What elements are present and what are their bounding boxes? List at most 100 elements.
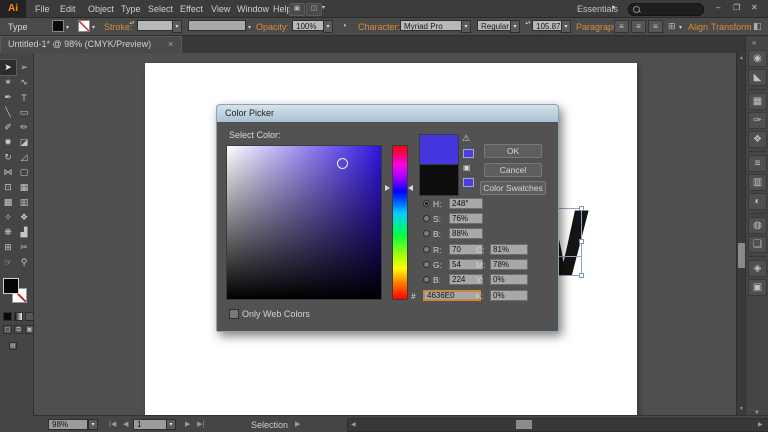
artboard-tool[interactable]: ⊞: [0, 240, 16, 255]
dialog-title-bar[interactable]: Color Picker: [217, 105, 558, 122]
h-input[interactable]: [449, 198, 483, 209]
font-family-caret-icon[interactable]: ▾: [461, 20, 471, 33]
none-mode-icon[interactable]: [25, 312, 34, 321]
b-input[interactable]: [449, 228, 483, 239]
vertical-scroll-thumb[interactable]: [738, 243, 745, 268]
b-radio[interactable]: [423, 230, 430, 237]
g-radio[interactable]: [423, 261, 430, 268]
hue-marker-right-icon[interactable]: [408, 185, 413, 191]
graphic-styles-panel-icon[interactable]: ❏: [748, 236, 767, 253]
color-field[interactable]: [226, 145, 382, 300]
brush-definition-field[interactable]: [188, 20, 246, 31]
envelope-warp-icon[interactable]: ⊞: [668, 21, 676, 32]
color-panel-icon[interactable]: ◉: [748, 50, 767, 67]
m-input[interactable]: [490, 259, 528, 270]
r-radio[interactable]: [423, 246, 430, 253]
minimize-button[interactable]: –: [716, 3, 720, 12]
zoom-caret-icon[interactable]: ▾: [88, 419, 98, 430]
transform-link[interactable]: Transform: [711, 22, 752, 32]
arrange-documents-icon[interactable]: ◫: [306, 3, 322, 16]
swatches-panel-icon[interactable]: ▦: [748, 93, 767, 110]
workspace-caret-icon[interactable]: ▾: [612, 4, 615, 11]
menu-view[interactable]: View: [211, 4, 230, 14]
restore-button[interactable]: ❐: [733, 3, 740, 12]
color-swatches-button[interactable]: Color Swatches: [480, 181, 546, 195]
selection-handle-middle-right[interactable]: [579, 239, 584, 244]
style-icon[interactable]: ◔: [341, 21, 347, 32]
prev-artboard-icon[interactable]: ◀: [123, 420, 128, 428]
font-style-caret-icon[interactable]: ▾: [510, 20, 520, 33]
symbols-panel-icon[interactable]: ❖: [748, 131, 767, 148]
brush-caret-icon[interactable]: ▾: [248, 24, 251, 31]
draw-normal-icon[interactable]: ▢: [3, 325, 12, 334]
y-input[interactable]: [490, 274, 528, 285]
scroll-right-icon[interactable]: ▶: [758, 421, 763, 428]
artboard-number-field[interactable]: 1: [133, 419, 167, 430]
screen-mode-icon[interactable]: ▤: [9, 342, 17, 350]
fill-proxy-swatch[interactable]: [3, 278, 19, 294]
document-tab[interactable]: Untitled-1* @ 98% (CMYK/Preview) ×: [0, 36, 182, 53]
line-segment-tool[interactable]: ╲: [0, 105, 16, 120]
pen-tool[interactable]: ✒: [0, 90, 16, 105]
arrange-caret-icon[interactable]: ▾: [322, 4, 325, 11]
bridge-icon[interactable]: ▣: [289, 3, 305, 16]
menu-object[interactable]: Object: [88, 4, 114, 14]
warp-caret-icon[interactable]: ▾: [679, 24, 682, 31]
align-center-icon[interactable]: ≡: [631, 20, 646, 33]
zoom-level-field[interactable]: 98%: [48, 419, 88, 430]
lasso-tool[interactable]: ∿: [16, 75, 32, 90]
layers-panel-icon[interactable]: ◈: [748, 260, 767, 277]
transparency-panel-icon[interactable]: ◐: [748, 193, 767, 210]
rotate-tool[interactable]: ↻: [0, 150, 16, 165]
selection-handle-bottom-right[interactable]: [579, 273, 584, 278]
perspective-grid-tool[interactable]: ▦: [16, 180, 32, 195]
s-radio[interactable]: [423, 215, 430, 222]
stroke-caret-icon[interactable]: ▾: [92, 24, 95, 31]
hex-input[interactable]: [423, 290, 481, 301]
mesh-tool[interactable]: ▩: [0, 195, 16, 210]
eraser-tool[interactable]: ◪: [16, 135, 32, 150]
panel-grip[interactable]: ∙∙: [0, 54, 33, 59]
align-left-icon[interactable]: ≡: [614, 20, 629, 33]
pencil-tool[interactable]: ✏: [16, 120, 32, 135]
fill-color-swatch[interactable]: [52, 20, 64, 32]
artboard-caret-icon[interactable]: ▾: [166, 419, 176, 430]
hue-slider[interactable]: [392, 145, 408, 300]
stroke-weight-stepper[interactable]: ▴▾: [128, 20, 136, 33]
color-mode-icon[interactable]: [3, 312, 12, 321]
last-artboard-icon[interactable]: ▶|: [197, 420, 204, 428]
menu-effect[interactable]: Effect: [180, 4, 203, 14]
gradient-mode-icon[interactable]: [14, 312, 23, 321]
draw-inside-icon[interactable]: ▣: [25, 325, 34, 334]
search-input[interactable]: [628, 3, 704, 16]
horizontal-scrollbar[interactable]: ◀ ▶: [347, 418, 768, 432]
scroll-left-icon[interactable]: ◀: [351, 421, 356, 428]
horizontal-scroll-thumb[interactable]: [516, 420, 532, 429]
font-size-stepper[interactable]: ▴▾: [524, 20, 532, 33]
status-menu-icon[interactable]: ▶: [295, 420, 300, 428]
font-family-field[interactable]: Myriad Pro: [400, 20, 462, 31]
collapse-dock-icon[interactable]: «: [752, 38, 756, 47]
stroke-weight-caret-icon[interactable]: ▾: [172, 20, 182, 33]
align-link[interactable]: Align: [688, 22, 708, 32]
web-swatch[interactable]: [463, 178, 474, 187]
only-web-colors-checkbox[interactable]: [229, 309, 239, 319]
eyedropper-tool[interactable]: ✧: [0, 210, 16, 225]
stroke-panel-icon[interactable]: ≡: [748, 155, 767, 172]
draw-behind-icon[interactable]: ⧉: [14, 325, 23, 334]
rectangle-tool[interactable]: ▭: [16, 105, 32, 120]
align-right-icon[interactable]: ≡: [648, 20, 663, 33]
menu-edit[interactable]: Edit: [60, 4, 76, 14]
h-radio[interactable]: [423, 200, 430, 207]
cancel-button[interactable]: Cancel: [484, 163, 542, 177]
blend-tool[interactable]: ❖: [16, 210, 32, 225]
paintbrush-tool[interactable]: ✐: [0, 120, 16, 135]
gradient-tool[interactable]: ▥: [16, 195, 32, 210]
direct-selection-tool[interactable]: ➢: [16, 60, 32, 75]
column-graph-tool[interactable]: ▟: [16, 225, 32, 240]
menu-file[interactable]: File: [35, 4, 50, 14]
symbol-sprayer-tool[interactable]: ❋: [0, 225, 16, 240]
scale-tool[interactable]: ◿: [16, 150, 32, 165]
artboards-panel-icon[interactable]: ▣: [748, 279, 767, 296]
c-input[interactable]: [490, 244, 528, 255]
